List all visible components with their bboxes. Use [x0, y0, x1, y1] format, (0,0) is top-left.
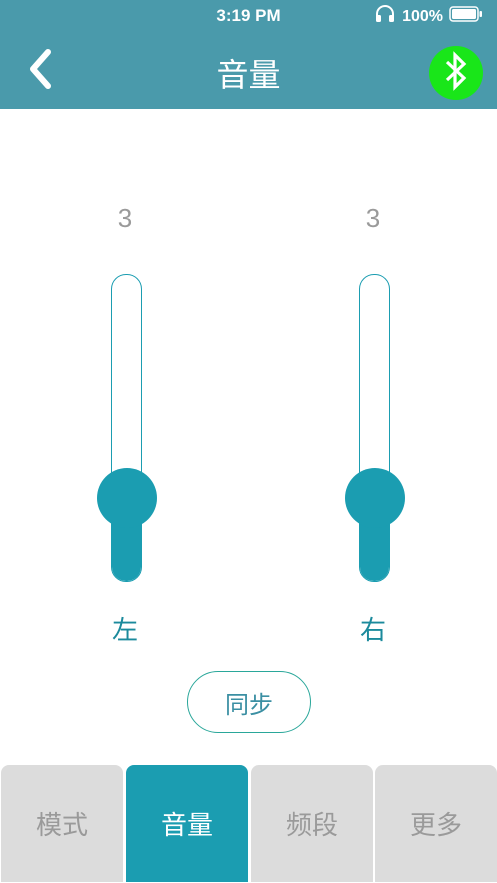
header: 3:19 PM 100% 音量 [0, 0, 497, 109]
headphones-icon [374, 5, 396, 28]
right-volume-thumb[interactable] [345, 468, 405, 528]
bluetooth-button[interactable] [429, 46, 483, 100]
tab-more[interactable]: 更多 [375, 765, 497, 882]
right-volume-slider[interactable] [359, 274, 390, 582]
left-volume-value: 3 [117, 203, 133, 233]
status-indicators: 100% [374, 5, 483, 28]
left-volume-thumb[interactable] [97, 468, 157, 528]
left-channel-label: 左 [111, 616, 138, 646]
bluetooth-icon [443, 51, 469, 95]
battery-percent: 100% [402, 7, 443, 25]
tab-bar: 模式 音量 频段 更多 [0, 764, 497, 883]
right-volume-value: 3 [365, 203, 381, 233]
tab-bands[interactable]: 频段 [251, 765, 373, 882]
tab-mode[interactable]: 模式 [1, 765, 123, 882]
left-volume-slider[interactable] [111, 274, 142, 582]
sync-button[interactable]: 同步 [187, 671, 311, 733]
battery-icon [449, 6, 483, 27]
right-channel-label: 右 [359, 616, 386, 646]
page-title: 音量 [216, 56, 281, 94]
tab-volume[interactable]: 音量 [126, 765, 248, 882]
